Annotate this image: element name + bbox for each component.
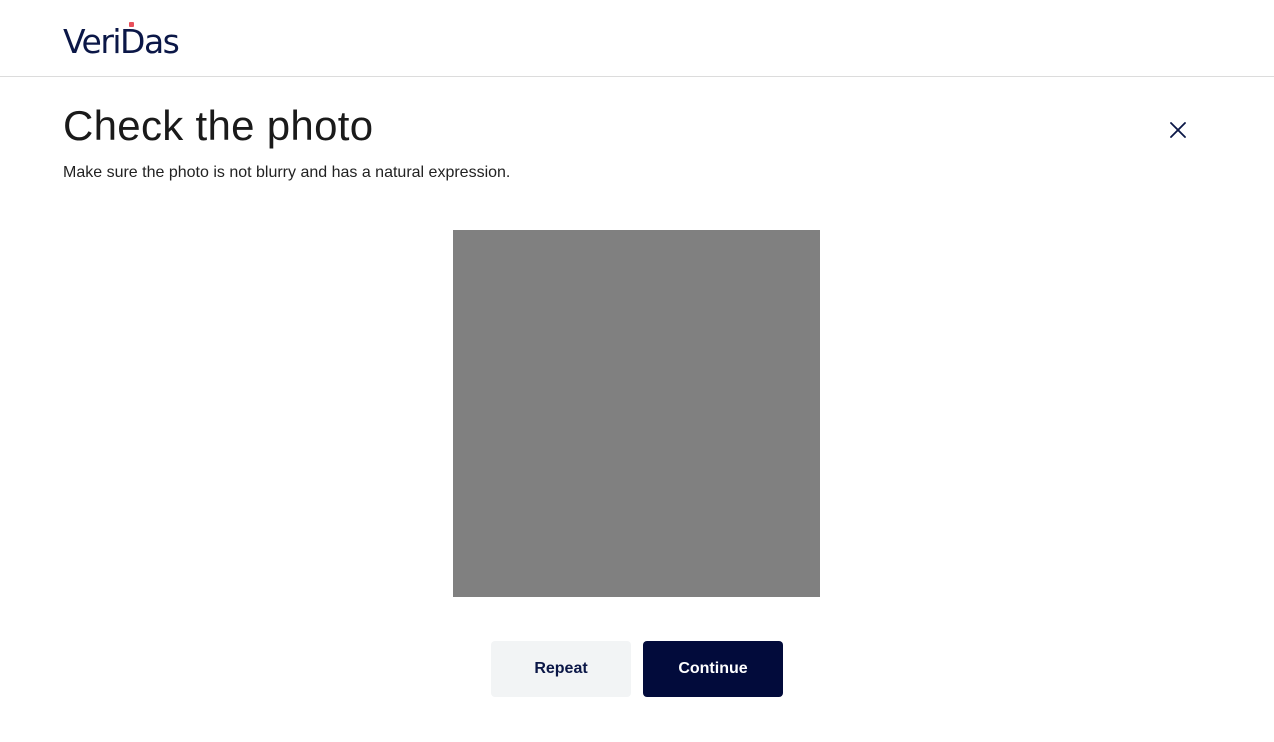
continue-button[interactable]: Continue xyxy=(643,641,783,697)
logo-text: VeriDas xyxy=(63,22,180,61)
captured-photo xyxy=(453,230,820,597)
close-icon xyxy=(1170,122,1186,138)
veridas-logo: VeriDas xyxy=(63,18,180,61)
repeat-button[interactable]: Repeat xyxy=(491,641,631,697)
page-title: Check the photo xyxy=(63,102,374,149)
page-subtitle: Make sure the photo is not blurry and ha… xyxy=(63,164,511,181)
close-button[interactable] xyxy=(1166,118,1190,142)
top-header: VeriDas xyxy=(0,0,1274,77)
logo-accent-dot xyxy=(129,22,134,27)
